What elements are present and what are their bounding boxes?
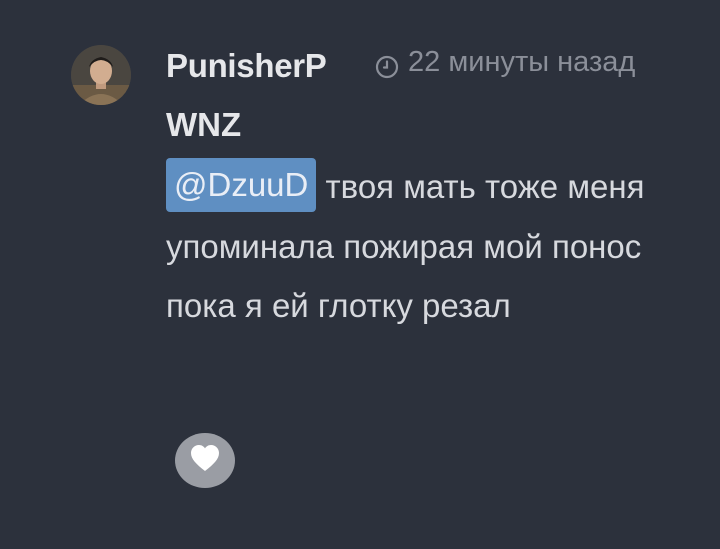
- avatar-image: [71, 45, 131, 105]
- timestamp: 22 минуты назад: [375, 42, 635, 82]
- comment-text: @DzuuD твоя мать тоже меня упоминала пож…: [166, 157, 686, 336]
- author-name-continued[interactable]: WNZ: [166, 103, 241, 147]
- like-button[interactable]: [175, 433, 235, 488]
- clock-icon: [375, 50, 399, 79]
- author-name[interactable]: PunisherP: [166, 44, 327, 88]
- timestamp-text: 22 минуты назад: [408, 46, 636, 78]
- mention-link[interactable]: @DzuuD: [166, 158, 317, 212]
- heart-icon: [190, 444, 220, 477]
- avatar[interactable]: [71, 45, 131, 105]
